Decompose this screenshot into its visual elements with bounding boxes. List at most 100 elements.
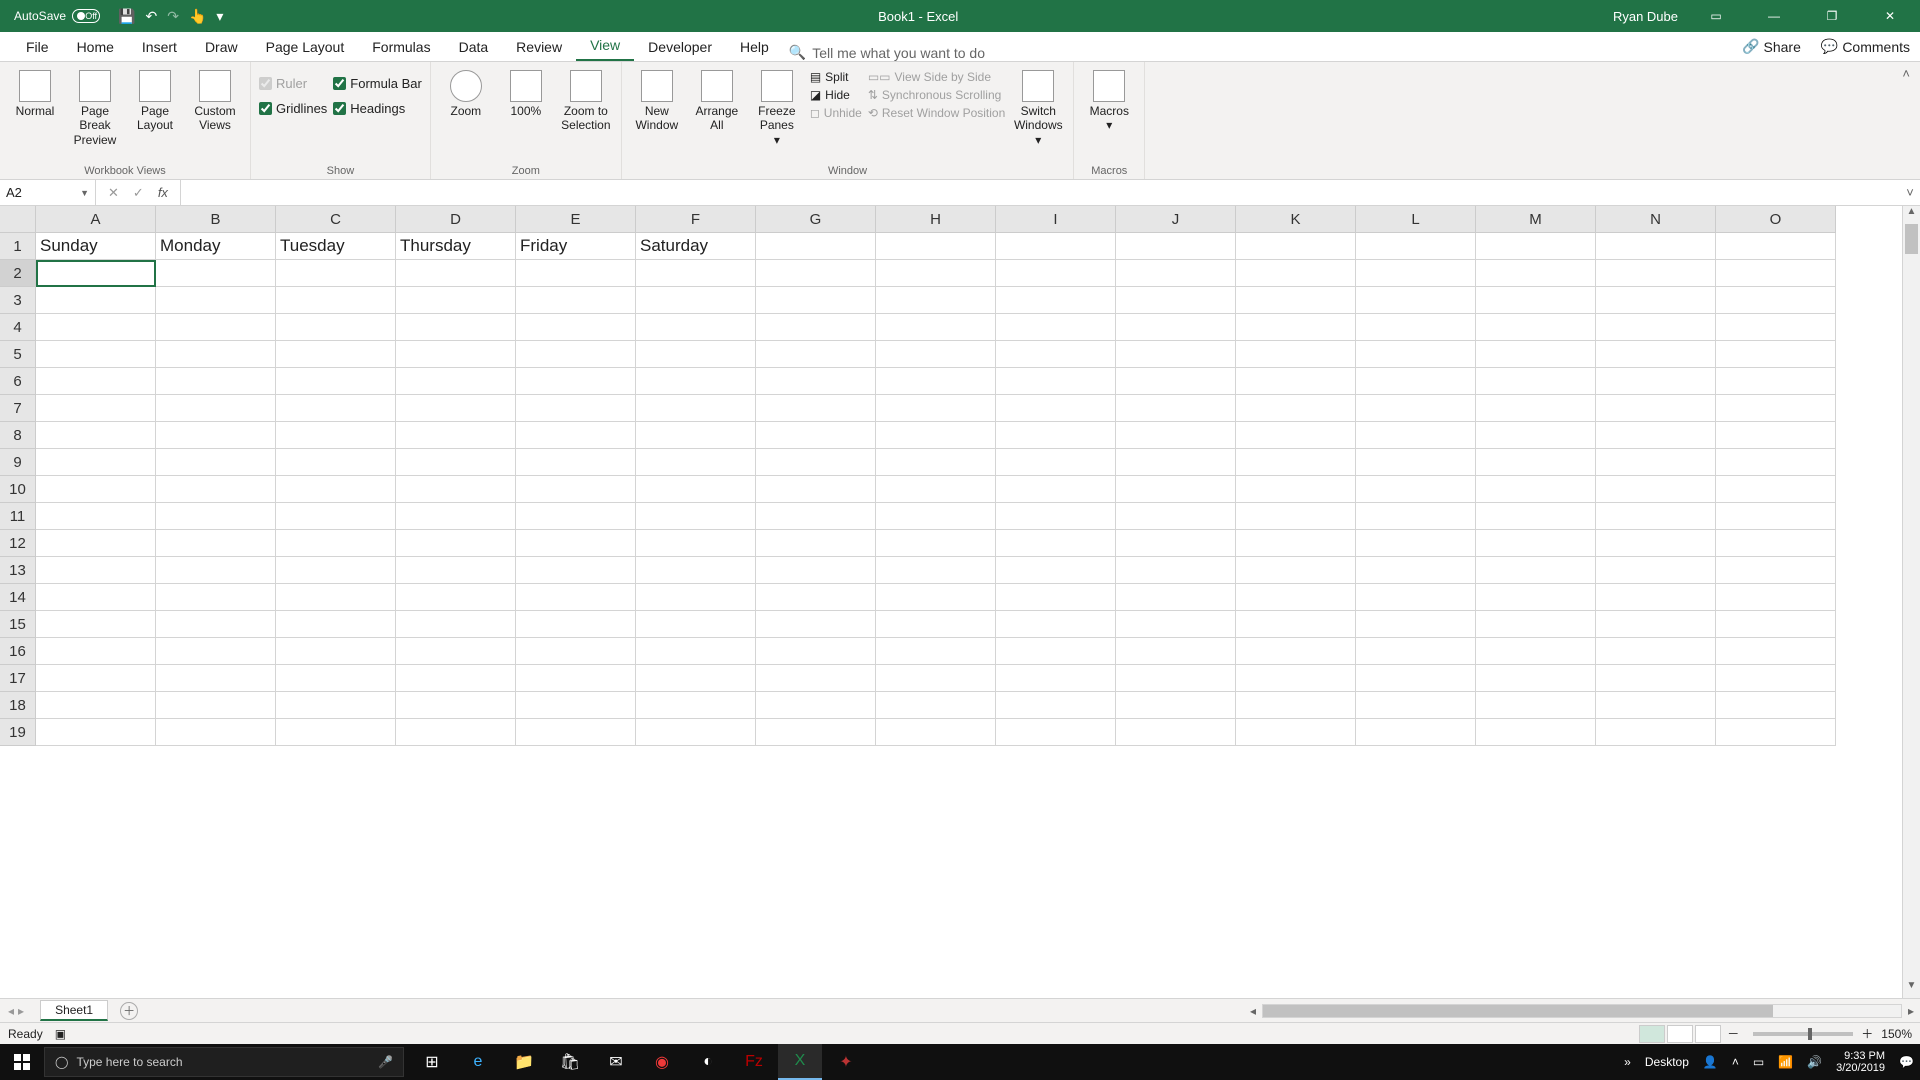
cell-E4[interactable] (516, 314, 636, 341)
cell-O12[interactable] (1716, 530, 1836, 557)
cell-F18[interactable] (636, 692, 756, 719)
cell-A11[interactable] (36, 503, 156, 530)
cell-F19[interactable] (636, 719, 756, 746)
cell-J1[interactable] (1116, 233, 1236, 260)
cell-A16[interactable] (36, 638, 156, 665)
cell-A1[interactable]: Sunday (36, 233, 156, 260)
column-header-E[interactable]: E (516, 206, 636, 233)
cell-D11[interactable] (396, 503, 516, 530)
row-header-9[interactable]: 9 (0, 449, 36, 476)
zoom-slider[interactable] (1753, 1032, 1853, 1036)
cell-H17[interactable] (876, 665, 996, 692)
cell-G6[interactable] (756, 368, 876, 395)
cell-E12[interactable] (516, 530, 636, 557)
cell-G9[interactable] (756, 449, 876, 476)
row-header-18[interactable]: 18 (0, 692, 36, 719)
file-explorer-icon[interactable]: 📁 (502, 1044, 546, 1080)
cell-K2[interactable] (1236, 260, 1356, 287)
headings-checkbox[interactable]: Headings (333, 101, 422, 116)
cell-O11[interactable] (1716, 503, 1836, 530)
switch-windows-button[interactable]: Switch Windows ▾ (1011, 66, 1065, 147)
tell-me-search[interactable]: 🔍 Tell me what you want to do (789, 44, 985, 61)
cell-L18[interactable] (1356, 692, 1476, 719)
cell-O9[interactable] (1716, 449, 1836, 476)
row-header-15[interactable]: 15 (0, 611, 36, 638)
sheet-nav-next-icon[interactable]: ▸ (18, 1004, 24, 1018)
cell-K12[interactable] (1236, 530, 1356, 557)
cell-A18[interactable] (36, 692, 156, 719)
row-header-1[interactable]: 1 (0, 233, 36, 260)
scroll-up-icon[interactable]: ▲ (1903, 206, 1920, 224)
comments-button[interactable]: 💬Comments (1811, 32, 1920, 61)
cell-B19[interactable] (156, 719, 276, 746)
mail-icon[interactable]: ✉ (594, 1044, 638, 1080)
cell-L9[interactable] (1356, 449, 1476, 476)
vertical-scrollbar[interactable]: ▲ ▼ (1902, 206, 1920, 998)
cell-C6[interactable] (276, 368, 396, 395)
row-header-16[interactable]: 16 (0, 638, 36, 665)
freeze-panes-button[interactable]: Freeze Panes ▾ (750, 66, 804, 147)
cell-E3[interactable] (516, 287, 636, 314)
cell-O16[interactable] (1716, 638, 1836, 665)
filezilla-icon[interactable]: Fz (732, 1044, 776, 1080)
cell-K10[interactable] (1236, 476, 1356, 503)
column-header-A[interactable]: A (36, 206, 156, 233)
cell-I16[interactable] (996, 638, 1116, 665)
name-box[interactable]: A2 ▼ (0, 180, 96, 205)
cell-I2[interactable] (996, 260, 1116, 287)
cell-C4[interactable] (276, 314, 396, 341)
column-header-N[interactable]: N (1596, 206, 1716, 233)
cell-I3[interactable] (996, 287, 1116, 314)
cell-I1[interactable] (996, 233, 1116, 260)
tab-developer[interactable]: Developer (634, 33, 726, 61)
column-header-G[interactable]: G (756, 206, 876, 233)
cell-F13[interactable] (636, 557, 756, 584)
cell-L12[interactable] (1356, 530, 1476, 557)
cell-I5[interactable] (996, 341, 1116, 368)
cell-M13[interactable] (1476, 557, 1596, 584)
row-header-12[interactable]: 12 (0, 530, 36, 557)
edge-icon[interactable]: e (456, 1044, 500, 1080)
cell-I4[interactable] (996, 314, 1116, 341)
ribbon-display-icon[interactable]: ▭ (1696, 0, 1736, 32)
tab-formulas[interactable]: Formulas (358, 33, 444, 61)
cell-K7[interactable] (1236, 395, 1356, 422)
cell-A8[interactable] (36, 422, 156, 449)
cell-M5[interactable] (1476, 341, 1596, 368)
cell-H9[interactable] (876, 449, 996, 476)
row-header-10[interactable]: 10 (0, 476, 36, 503)
zoom-100-button[interactable]: 100% (499, 66, 553, 118)
cell-N5[interactable] (1596, 341, 1716, 368)
cell-M9[interactable] (1476, 449, 1596, 476)
cell-O4[interactable] (1716, 314, 1836, 341)
cell-K18[interactable] (1236, 692, 1356, 719)
cell-A14[interactable] (36, 584, 156, 611)
cell-B8[interactable] (156, 422, 276, 449)
cell-J16[interactable] (1116, 638, 1236, 665)
cell-F6[interactable] (636, 368, 756, 395)
zoom-button[interactable]: Zoom (439, 66, 493, 118)
cell-J11[interactable] (1116, 503, 1236, 530)
cell-H2[interactable] (876, 260, 996, 287)
cell-G3[interactable] (756, 287, 876, 314)
cell-F3[interactable] (636, 287, 756, 314)
cell-E11[interactable] (516, 503, 636, 530)
cell-B12[interactable] (156, 530, 276, 557)
sheet-tab-sheet1[interactable]: Sheet1 (40, 1000, 108, 1021)
cell-L8[interactable] (1356, 422, 1476, 449)
hide-button[interactable]: ◪ Hide (810, 88, 862, 102)
cell-B3[interactable] (156, 287, 276, 314)
formula-input[interactable] (181, 180, 1900, 205)
notification-icon[interactable]: 💬 (1899, 1055, 1914, 1069)
tray-chevron-icon[interactable]: ˄ (1732, 1055, 1739, 1069)
cell-K17[interactable] (1236, 665, 1356, 692)
cell-B11[interactable] (156, 503, 276, 530)
column-header-C[interactable]: C (276, 206, 396, 233)
cell-F16[interactable] (636, 638, 756, 665)
cell-N17[interactable] (1596, 665, 1716, 692)
cell-A17[interactable] (36, 665, 156, 692)
cell-N16[interactable] (1596, 638, 1716, 665)
cell-C16[interactable] (276, 638, 396, 665)
cell-H11[interactable] (876, 503, 996, 530)
cell-C13[interactable] (276, 557, 396, 584)
